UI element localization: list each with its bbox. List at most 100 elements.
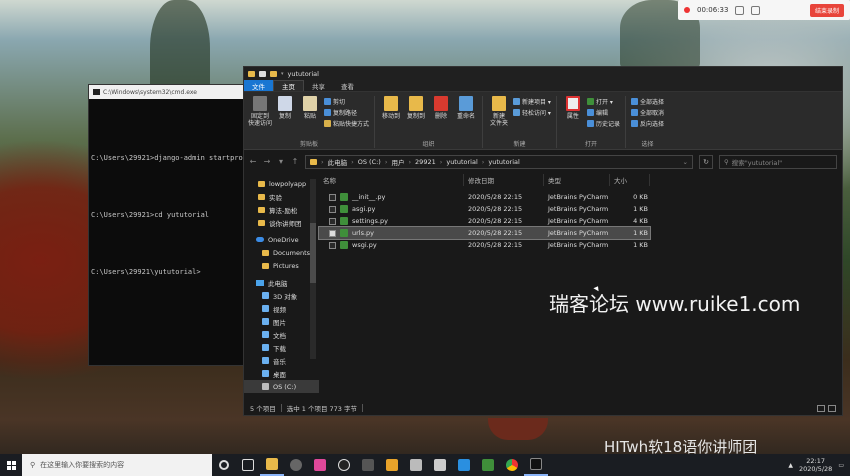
new-item-button[interactable]: 新建项目 ▾ [513,97,551,106]
network-icon[interactable]: ▲ [788,462,793,469]
details-view-icon[interactable] [817,404,825,412]
breadcrumb-users[interactable]: 用户 [391,157,404,167]
breadcrumb-current[interactable]: yututorial [488,158,519,166]
file-row[interactable]: __init__.py 2020/5/28 22:15 JetBrains Py… [319,191,842,203]
microphone-icon[interactable] [735,5,745,15]
column-size[interactable]: 大小 [610,174,650,186]
pointer-app-taskbar-icon[interactable] [308,454,332,476]
cmd-window[interactable]: C:\Windows\system32\cmd.exe C:\Users\299… [88,84,248,366]
invert-selection-button[interactable]: 反向选择 [630,119,664,128]
file-explorer-taskbar-icon[interactable] [260,454,284,476]
taskbar-search[interactable]: ⚲ 在这里输入你要搜索的内容 [22,454,212,476]
column-type[interactable]: 类型 [544,174,610,186]
edit-button[interactable]: 编辑 [586,108,620,117]
tab-home[interactable]: 主页 [273,80,304,91]
pycharm-taskbar-icon[interactable] [476,454,500,476]
nav-item-downloads[interactable]: 下载 [244,341,319,354]
text-editor-taskbar-icon[interactable] [428,454,452,476]
cortana-icon[interactable] [212,454,236,476]
column-date[interactable]: 修改日期 [464,174,544,186]
paste-shortcut-button[interactable]: 粘贴快捷方式 [324,119,369,128]
refresh-button[interactable]: ↻ [699,154,713,169]
nav-item-experiment[interactable]: 实验 [244,190,319,203]
scrollbar-thumb[interactable] [310,223,316,283]
nav-item-desktop[interactable]: 桌面 [244,367,319,380]
nav-item-pictures[interactable]: Pictures [244,259,319,272]
start-button[interactable] [0,454,22,476]
file-explorer-window[interactable]: ▾ yututorial 文件 主页 共享 查看 固定到 快速访问 复制 粘贴 … [243,66,843,416]
breadcrumb-separator-icon: › [351,157,354,166]
navigation-pane[interactable]: lowpolyapp 实验 算法-励松 谈你讲师团 OneDrive Docum… [244,173,319,401]
address-dropdown-icon[interactable]: ⌄ [683,158,692,166]
qq-taskbar-icon[interactable] [332,454,356,476]
file-row[interactable]: asgi.py 2020/5/28 22:15 JetBrains PyChar… [319,203,842,215]
cut-button[interactable]: 剪切 [324,97,369,106]
vscode-taskbar-icon[interactable] [452,454,476,476]
breadcrumb-user[interactable]: 29921 [415,158,436,166]
back-arrow-icon[interactable]: ← [249,157,257,166]
alienware-taskbar-icon[interactable] [284,454,308,476]
history-button[interactable]: 历史记录 [586,119,620,128]
cut-label: 剪切 [333,99,346,106]
cmd-output[interactable]: C:\Users\29921>django-admin startpro C:\… [89,99,247,332]
cmd-titlebar[interactable]: C:\Windows\system32\cmd.exe [89,85,247,99]
breadcrumb-this-pc[interactable]: 此电脑 [328,157,348,167]
breadcrumb-separator-icon: › [384,157,388,166]
row-checkbox[interactable] [329,241,336,249]
easy-access-button[interactable]: 轻松访问 ▾ [513,108,551,117]
nav-item-algorithm[interactable]: 算法-励松 [244,203,319,216]
nav-label: 3D 对象 [273,292,298,301]
chrome-taskbar-icon[interactable] [500,454,524,476]
tab-file[interactable]: 文件 [244,80,273,91]
search-box[interactable]: ⚲ 搜索"yututorial" [719,154,837,169]
notepad-taskbar-icon[interactable] [404,454,428,476]
properties-quick-icon[interactable] [259,70,266,77]
file-row[interactable]: wsgi.py 2020/5/28 22:15 JetBrains PyChar… [319,239,842,251]
select-all-button[interactable]: 全部选择 [630,97,664,106]
nav-item-lowpolyapp[interactable]: lowpolyapp [244,177,319,190]
nav-scrollbar[interactable] [310,179,316,359]
nav-item-documents[interactable]: Documents [244,246,319,259]
chevron-down-icon[interactable]: ▾ [281,71,284,77]
row-checkbox[interactable] [329,205,336,213]
cmd-taskbar-icon[interactable] [524,454,548,476]
nav-item-this-pc[interactable]: 此电脑 [244,276,319,289]
notification-icon[interactable]: ▭ [838,462,844,469]
file-row[interactable]: settings.py 2020/5/28 22:15 JetBrains Py… [319,215,842,227]
breadcrumb-project[interactable]: yututorial [446,158,477,166]
nav-item-lecturers[interactable]: 谈你讲师团 [244,216,319,229]
row-checkbox-checked[interactable] [329,229,336,237]
nav-item-onedrive[interactable]: OneDrive [244,233,319,246]
tab-share[interactable]: 共享 [304,80,333,91]
file-list[interactable]: 名称 修改日期 类型 大小 __init__.py 2020/5/28 22:1… [318,173,842,401]
nav-item-videos[interactable]: 视频 [244,302,319,315]
row-checkbox[interactable] [329,217,336,225]
nav-item-3d-objects[interactable]: 3D 对象 [244,289,319,302]
nav-label: 图片 [273,318,286,327]
camera-icon[interactable] [751,5,761,15]
nav-item-music[interactable]: 音乐 [244,354,319,367]
explorer-titlebar[interactable]: ▾ yututorial [244,67,842,80]
nav-item-os-drive[interactable]: OS (C:) [244,380,319,393]
stop-recording-button[interactable]: 结束录制 [809,3,844,17]
forward-arrow-icon[interactable]: → [263,157,271,166]
copy-path-button[interactable]: 复制路径 [324,108,369,117]
new-folder-quick-icon[interactable] [270,70,277,77]
recent-locations-chevron-icon[interactable]: ▾ [277,157,285,166]
select-none-button[interactable]: 全部取消 [630,108,664,117]
large-icons-view-icon[interactable] [828,404,836,412]
app-taskbar-icon[interactable] [356,454,380,476]
g-app-taskbar-icon[interactable] [380,454,404,476]
nav-item-images[interactable]: 图片 [244,315,319,328]
open-button[interactable]: 打开 ▾ [586,97,620,106]
tab-view[interactable]: 查看 [333,80,362,91]
file-row-selected[interactable]: urls.py 2020/5/28 22:15 JetBrains PyChar… [318,226,651,240]
nav-item-docs[interactable]: 文档 [244,328,319,341]
clock[interactable]: 22:17 2020/5/28 [799,457,832,473]
up-arrow-icon[interactable]: ↑ [291,157,299,166]
task-view-icon[interactable] [236,454,260,476]
row-checkbox[interactable] [329,193,336,201]
address-bar[interactable]: › 此电脑 › OS (C:) › 用户 › 29921 › yututoria… [305,154,693,169]
column-name[interactable]: 名称 [319,174,464,186]
breadcrumb-drive[interactable]: OS (C:) [358,158,381,166]
